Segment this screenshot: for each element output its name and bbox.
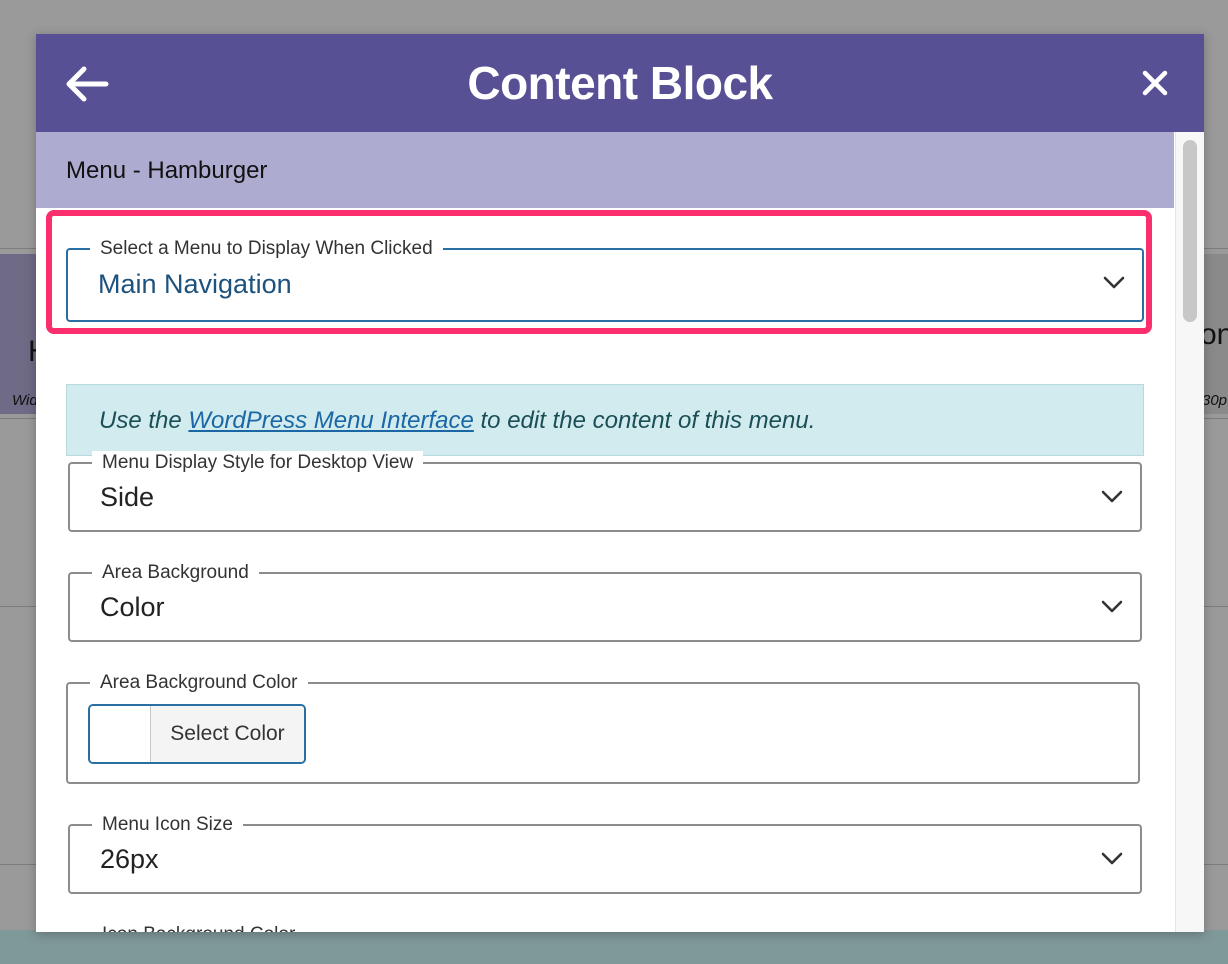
desktop-style-select[interactable]: Menu Display Style for Desktop View Side <box>68 451 1142 532</box>
background-tile <box>0 254 36 414</box>
chevron-down-icon <box>1103 276 1125 289</box>
info-suffix: to edit the content of this menu. <box>473 407 816 434</box>
info-text: Use the WordPress Menu Interface to edit… <box>99 407 815 435</box>
modal-content: Menu - Hamburger Select a Menu to Displa… <box>36 132 1176 932</box>
color-swatch[interactable] <box>90 706 151 762</box>
chevron-down-icon <box>1101 490 1123 503</box>
area-background-value: Color <box>100 592 165 622</box>
icon-size-label: Menu Icon Size <box>92 813 243 837</box>
content-block-modal: Content Block Menu - Hamburger Select a … <box>36 34 1204 932</box>
background-footer <box>0 930 1228 964</box>
color-picker-button[interactable]: Select Color <box>88 704 306 764</box>
area-background-label: Area Background <box>92 561 259 585</box>
desktop-style-label: Menu Display Style for Desktop View <box>92 451 424 475</box>
background-text-right: on <box>1200 318 1228 351</box>
modal-header: Content Block <box>36 34 1204 132</box>
desktop-style-value: Side <box>100 482 155 512</box>
info-prefix: Use the <box>99 407 189 434</box>
area-background-color-field: Area Background Color Select Color <box>66 671 1140 784</box>
section-header: Menu - Hamburger <box>36 132 1174 208</box>
wordpress-menu-link[interactable]: WordPress Menu Interface <box>188 407 473 434</box>
background-caption-right: 30p <box>1202 392 1228 409</box>
scrollbar-thumb[interactable] <box>1183 140 1197 322</box>
area-background-select[interactable]: Area Background Color <box>68 561 1142 642</box>
menu-select-value: Main Navigation <box>98 269 292 299</box>
area-background-color-label: Area Background Color <box>90 671 308 695</box>
icon-background-color-label: Icon Background Color <box>92 923 306 932</box>
close-button[interactable] <box>1140 68 1170 98</box>
modal-title: Content Block <box>467 57 773 109</box>
icon-size-value: 26px <box>100 844 159 874</box>
select-color-label: Select Color <box>151 706 304 762</box>
chevron-down-icon <box>1101 600 1123 613</box>
icon-size-select[interactable]: Menu Icon Size 26px <box>68 813 1142 894</box>
background-caption-left: Wid <box>12 392 38 409</box>
info-notice: Use the WordPress Menu Interface to edit… <box>66 384 1144 456</box>
close-icon <box>1142 70 1168 96</box>
menu-select[interactable]: Select a Menu to Display When Clicked Ma… <box>66 237 1144 322</box>
chevron-down-icon <box>1101 852 1123 865</box>
section-title: Menu - Hamburger <box>66 157 268 184</box>
scrollbar[interactable] <box>1175 132 1204 932</box>
menu-select-label: Select a Menu to Display When Clicked <box>90 237 443 261</box>
